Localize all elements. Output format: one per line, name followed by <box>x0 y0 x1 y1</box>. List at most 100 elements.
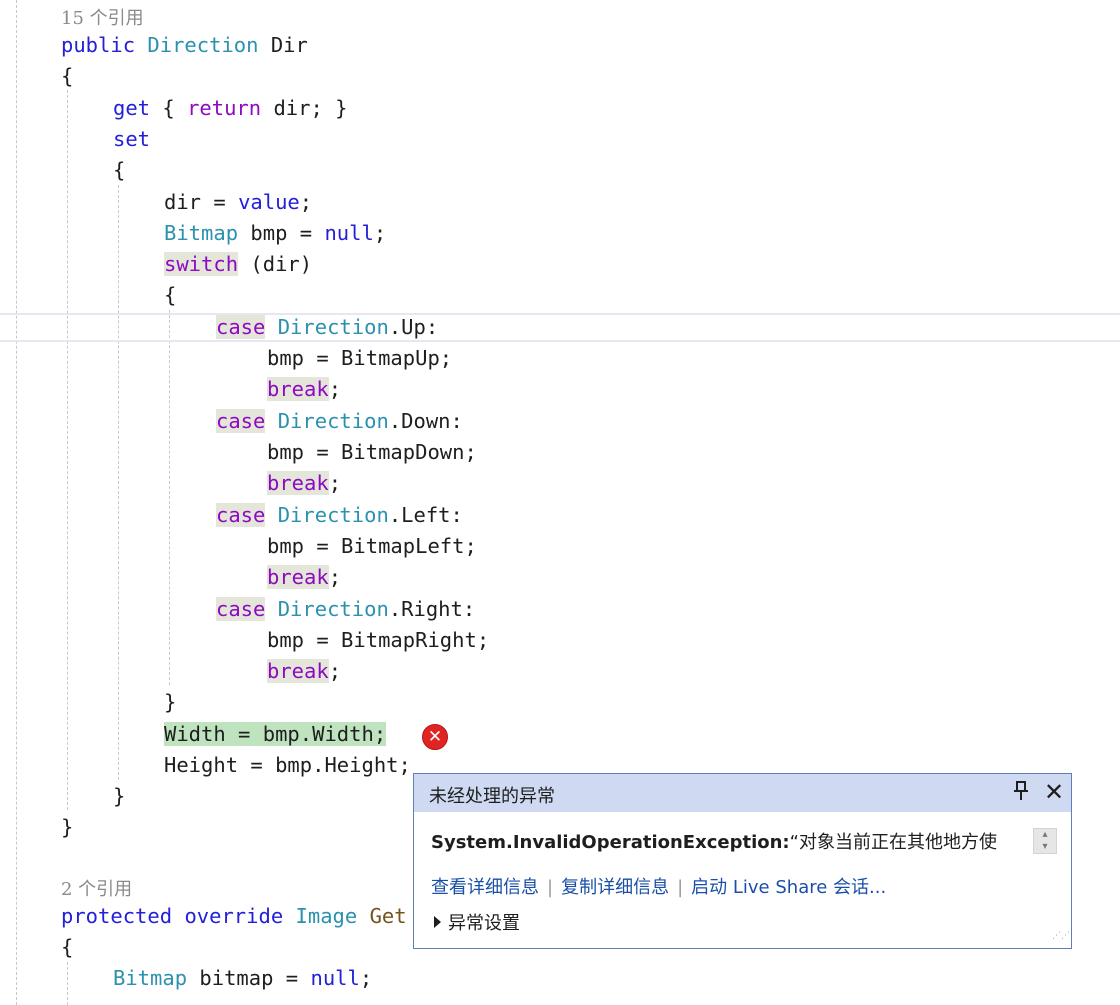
keyword-highlighted: break <box>267 471 329 495</box>
brace: } <box>164 690 177 714</box>
code-line[interactable]: break; <box>267 468 341 499</box>
keyword-highlighted: case <box>216 503 266 527</box>
code-text: .Left: <box>388 503 463 527</box>
code-text: { <box>150 96 188 120</box>
brace: { <box>61 935 74 959</box>
exception-settings-label: 异常设置 <box>448 913 520 934</box>
keyword: set <box>113 127 151 151</box>
code-text: bitmap = <box>187 966 311 990</box>
code-text: .Down: <box>388 409 463 433</box>
code-line[interactable]: case Direction.Right: <box>216 594 475 625</box>
exception-text: “对象当前正在其他地方使 <box>789 832 997 853</box>
keyword-highlighted: case <box>216 597 266 621</box>
code-text: ; <box>328 377 342 401</box>
code-line[interactable]: Bitmap bitmap = null; <box>113 963 372 994</box>
keyword: null <box>310 966 360 990</box>
type-name: Direction <box>277 597 389 621</box>
keyword-highlighted: break <box>267 377 329 401</box>
code-line[interactable]: } <box>113 781 125 812</box>
code-line[interactable]: break; <box>267 562 341 593</box>
code-text: bmp = BitmapDown; <box>267 440 477 464</box>
code-line[interactable]: public Direction Dir <box>61 30 308 61</box>
code-text: dir; } <box>261 96 348 120</box>
identifier: Dir <box>258 33 308 57</box>
close-icon[interactable]: ✕ <box>1041 778 1067 806</box>
code-text: (dir) <box>238 252 313 276</box>
code-text: Height = bmp.Height; <box>164 753 411 777</box>
code-line[interactable]: get { return dir; } <box>113 93 348 124</box>
code-line[interactable]: break; <box>267 656 341 687</box>
pin-icon[interactable] <box>1011 781 1031 803</box>
keyword: override <box>184 904 284 928</box>
code-line[interactable]: switch (dir) <box>164 249 312 280</box>
type-name: Direction <box>277 503 389 527</box>
popup-header: 未经处理的异常 ✕ <box>414 774 1071 812</box>
code-text: .Up: <box>388 315 439 339</box>
exception-popup: 未经处理的异常 ✕ System.InvalidOperationExcepti… <box>413 773 1072 949</box>
code-line[interactable]: Height = bmp.Height; <box>164 750 411 781</box>
code-line[interactable]: protected override Image Get <box>61 901 407 932</box>
scroll-arrows-icon[interactable]: ▴ ▾ <box>1033 828 1057 854</box>
expand-triangle-icon <box>434 916 441 928</box>
indent-guide <box>67 90 68 810</box>
keyword-highlighted: case <box>216 315 266 339</box>
type-name: Direction <box>277 315 389 339</box>
code-line[interactable]: } <box>164 687 176 718</box>
keyword: public <box>61 33 136 57</box>
exception-settings-toggle[interactable]: 异常设置 <box>434 909 520 935</box>
keyword: get <box>113 96 151 120</box>
popup-title: 未经处理的异常 <box>429 786 555 807</box>
code-line[interactable]: { <box>164 280 176 311</box>
indent-guide <box>118 185 119 780</box>
code-line[interactable]: Bitmap bmp = null; <box>164 218 386 249</box>
code-line[interactable]: bmp = BitmapLeft; <box>267 531 477 562</box>
code-text: ; <box>373 221 387 245</box>
separator: | <box>677 877 684 898</box>
code-text: bmp = <box>238 221 325 245</box>
error-circle-icon[interactable]: ✕ <box>422 724 448 750</box>
code-line[interactable]: case Direction.Left: <box>216 500 463 531</box>
type-name: Direction <box>277 409 389 433</box>
brace: } <box>61 815 74 839</box>
code-line[interactable]: { <box>61 932 73 963</box>
brace: { <box>164 283 177 307</box>
copy-details-link[interactable]: 复制详细信息 <box>561 877 669 898</box>
keyword-highlighted: break <box>267 565 329 589</box>
type-name: Bitmap <box>113 966 188 990</box>
code-line-current-statement[interactable]: Width = bmp.Width; <box>164 719 387 750</box>
keyword: value <box>238 190 300 214</box>
code-line[interactable]: break; <box>267 374 341 405</box>
exception-type: System.InvalidOperationException: <box>431 832 790 853</box>
keyword-highlighted: break <box>267 659 329 683</box>
exception-message: System.InvalidOperationException:“对象当前正在… <box>431 828 997 854</box>
view-details-link[interactable]: 查看详细信息 <box>431 877 539 898</box>
code-text: bmp = BitmapRight; <box>267 628 490 652</box>
brace: } <box>113 784 126 808</box>
keyword: null <box>324 221 374 245</box>
code-line[interactable]: bmp = BitmapUp; <box>267 343 452 374</box>
code-line[interactable]: bmp = BitmapDown; <box>267 437 477 468</box>
code-line[interactable]: dir = value; <box>164 187 312 218</box>
resize-grip-icon[interactable]: ⋰⋰ <box>1052 932 1070 945</box>
popup-links: 查看详细信息 | 复制详细信息 | 启动 Live Share 会话... <box>431 873 886 899</box>
code-line[interactable]: { <box>113 155 125 186</box>
type-name: Direction <box>147 33 259 57</box>
keyword: return <box>187 96 262 120</box>
code-text: ; <box>359 966 373 990</box>
code-text: ; <box>328 565 342 589</box>
code-text: bmp = BitmapUp; <box>267 346 453 370</box>
type-name: Image <box>295 904 358 928</box>
code-line[interactable]: set <box>113 124 150 155</box>
live-share-link[interactable]: 启动 Live Share 会话... <box>691 877 886 898</box>
code-line[interactable]: bmp = BitmapRight; <box>267 625 489 656</box>
code-line[interactable]: case Direction.Down: <box>216 406 463 437</box>
code-text: ; <box>328 471 342 495</box>
code-line[interactable]: } <box>61 812 73 843</box>
type-name: Bitmap <box>164 221 239 245</box>
code-line[interactable]: { <box>61 61 73 92</box>
code-line[interactable]: case Direction.Up: <box>216 312 438 343</box>
method-name: Get <box>369 904 407 928</box>
indent-guide <box>67 962 68 1005</box>
brace: { <box>61 64 74 88</box>
keyword-highlighted: switch <box>164 252 239 276</box>
